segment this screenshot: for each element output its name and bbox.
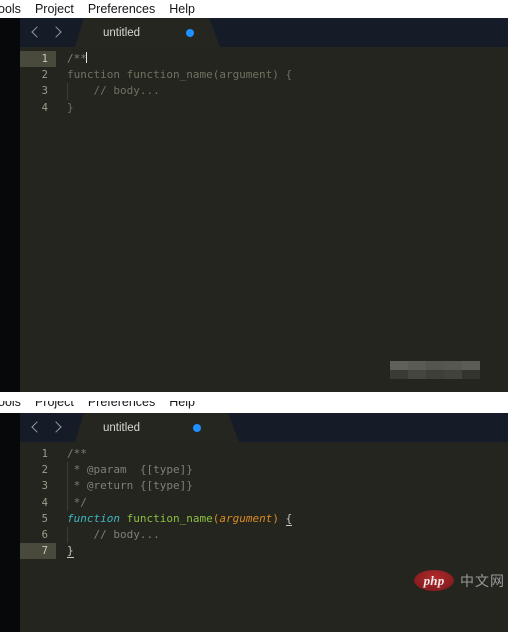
code-token-comment: // body... [67, 527, 160, 541]
code-line[interactable]: 3 * @return {[type]} [20, 478, 508, 495]
text-cursor [85, 52, 87, 63]
line-content[interactable]: */ [56, 494, 508, 511]
menu-item-preferences[interactable]: Preferences [88, 401, 155, 413]
tab-label: untitled [103, 421, 141, 434]
line-content[interactable]: /** [56, 446, 508, 462]
menu-bar-top: ools Project Preferences Help [0, 0, 508, 18]
line-content[interactable]: // body... [56, 526, 508, 544]
code-line[interactable]: 1 /** [20, 446, 508, 462]
code-line[interactable]: 2 function function_name(argument) { [20, 67, 508, 83]
code-token-comment: */ [67, 495, 87, 509]
editor-window-bottom: untitled 1 /** 2 * @param {[type]} 3 * @… [0, 413, 508, 632]
line-content[interactable]: /** [56, 51, 508, 67]
unsaved-indicator-dot[interactable] [186, 28, 194, 37]
line-number: 1 [20, 51, 56, 68]
window-left-edge-top [0, 18, 20, 392]
editor-panel-bottom: ools Project Preferences Help untitled 1… [0, 401, 508, 632]
code-token-dim: // body... [67, 84, 160, 98]
php-watermark-bottom: php 中文网 [414, 570, 505, 591]
tab-background [75, 18, 220, 47]
code-token-dim: function function_name(argument) { [67, 68, 293, 82]
tab-background [75, 413, 239, 442]
code-token-parameter: argument [219, 511, 273, 525]
code-token-comment: /** [67, 52, 87, 65]
php-site-text: 中文网 [460, 573, 505, 590]
chevron-right-icon[interactable] [52, 420, 61, 435]
line-content[interactable]: * @param {[type]} [56, 462, 508, 479]
line-content[interactable]: } [56, 543, 508, 559]
code-line[interactable]: 5 function function_name(argument) { [20, 511, 508, 527]
menu-item-project[interactable]: Project [35, 401, 74, 413]
line-number: 3 [41, 85, 48, 98]
line-content[interactable]: // body... [56, 83, 508, 100]
menu-item-help[interactable]: Help [169, 401, 195, 413]
chevron-right-icon[interactable] [52, 25, 61, 40]
navigation-arrows-top [20, 18, 75, 47]
line-content[interactable]: * @return {[type]} [56, 478, 508, 495]
code-line[interactable]: 7 } [20, 543, 508, 560]
code-editor-top[interactable]: 1 /** 2 function function_name(argument)… [20, 47, 508, 392]
panel-separator [0, 392, 508, 401]
unsaved-indicator-dot[interactable] [193, 423, 201, 432]
code-token-paren-close: ) [272, 511, 279, 525]
menu-item-project[interactable]: Project [35, 0, 74, 18]
tab-strip-bottom: untitled [20, 413, 508, 442]
code-token-comment: * @return {[type]} [67, 479, 193, 493]
redacted-watermark-top [390, 361, 480, 379]
code-line[interactable]: 1 /** [20, 51, 508, 68]
code-token-comment: * @param {[type]} [67, 463, 193, 477]
chevron-left-icon[interactable] [32, 25, 41, 40]
line-content[interactable]: function function_name(argument) { [56, 511, 508, 527]
code-token-brace-open: { [285, 511, 293, 526]
line-number: 4 [41, 101, 48, 114]
code-token-brace-close: } [67, 544, 74, 559]
code-line[interactable]: 4 */ [20, 494, 508, 511]
line-number: 5 [41, 512, 48, 525]
menu-item-tools[interactable]: ools [0, 0, 21, 18]
code-line[interactable]: 6 // body... [20, 526, 508, 544]
tab-strip-top: untitled [20, 18, 508, 47]
php-logo-text: php [423, 572, 445, 588]
code-token-comment: /** [67, 447, 87, 460]
line-number: 1 [41, 448, 48, 460]
menu-item-help[interactable]: Help [169, 0, 195, 18]
tab-label: untitled [103, 26, 141, 39]
line-number: 2 [41, 69, 48, 82]
editor-panel-top: ools Project Preferences Help untitled 1… [0, 0, 508, 392]
chevron-left-icon[interactable] [32, 420, 41, 435]
menu-bar-bottom: ools Project Preferences Help [0, 401, 508, 413]
code-token-keyword: function [67, 511, 120, 525]
tab-untitled-bottom[interactable]: untitled [75, 413, 239, 442]
code-token-function-name: function_name [126, 511, 213, 525]
navigation-arrows-bottom [20, 413, 75, 442]
menu-item-preferences[interactable]: Preferences [88, 0, 155, 18]
line-content[interactable]: function function_name(argument) { [56, 67, 508, 83]
line-number: 3 [41, 480, 48, 493]
code-token-dim: } [67, 100, 74, 114]
line-number: 7 [20, 543, 56, 560]
code-line[interactable]: 3 // body... [20, 83, 508, 100]
code-editor-bottom[interactable]: 1 /** 2 * @param {[type]} 3 * @return {[… [20, 442, 508, 632]
php-logo-badge: php [414, 570, 454, 591]
line-number: 4 [41, 496, 48, 509]
line-number: 6 [41, 528, 48, 541]
line-number: 2 [41, 464, 48, 477]
editor-window-top: untitled 1 /** 2 function function_name(… [0, 18, 508, 392]
code-line[interactable]: 4 } [20, 100, 508, 116]
tab-untitled-top[interactable]: untitled [75, 18, 220, 47]
menu-item-tools[interactable]: ools [0, 401, 21, 413]
line-content[interactable]: } [56, 100, 508, 116]
window-left-edge-bottom [0, 413, 20, 632]
code-line[interactable]: 2 * @param {[type]} [20, 462, 508, 479]
